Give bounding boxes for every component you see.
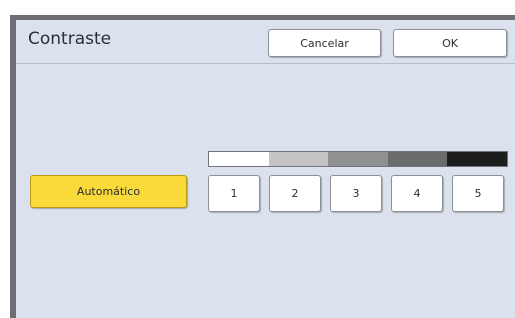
contrast-level-3-button[interactable]: 3 (330, 175, 382, 212)
contrast-swatch-1 (208, 151, 269, 167)
contrast-level-2-button[interactable]: 2 (269, 175, 321, 212)
contrast-level-5-button[interactable]: 5 (452, 175, 504, 212)
contrast-level-4-button[interactable]: 4 (391, 175, 443, 212)
automatic-button[interactable]: Automático (30, 175, 187, 208)
dialog-titlebar: Contraste Cancelar OK (16, 20, 515, 64)
contrast-level-1-button[interactable]: 1 (208, 175, 260, 212)
contrast-swatch-5 (447, 151, 508, 167)
dialog-title: Contraste (28, 29, 112, 49)
cancel-button[interactable]: Cancelar (268, 29, 381, 57)
contrast-scale (208, 151, 508, 167)
contrast-swatch-4 (387, 151, 448, 167)
contrast-dialog: Contraste Cancelar OK Automático 1 2 3 4… (10, 15, 515, 318)
contrast-swatch-3 (328, 151, 388, 167)
contrast-swatch-2 (268, 151, 329, 167)
ok-button[interactable]: OK (393, 29, 507, 57)
